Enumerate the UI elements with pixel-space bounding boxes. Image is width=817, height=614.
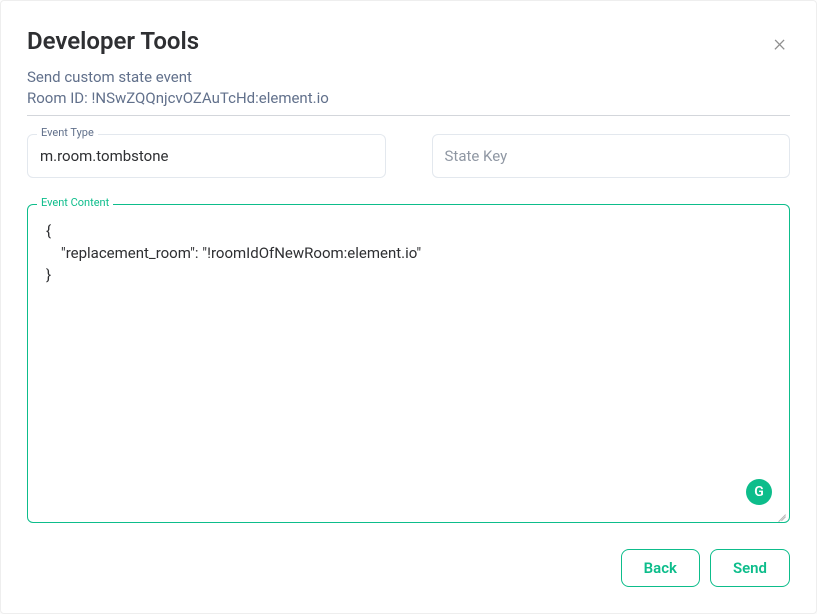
room-id-label: Room ID:: [27, 89, 92, 107]
subtitle-room: Room ID: !NSwZQQnjcvOZAuTcHd:element.io: [27, 88, 790, 109]
back-button[interactable]: Back: [621, 549, 700, 587]
room-id-value: !NSwZQQnjcvOZAuTcHd:element.io: [92, 89, 329, 107]
state-key-field: [432, 134, 791, 178]
divider: [27, 115, 790, 116]
dialog-footer: Back Send: [27, 549, 790, 587]
event-content-textarea[interactable]: [27, 204, 790, 523]
fields-row: Event Type: [27, 134, 790, 178]
close-icon[interactable]: ×: [769, 27, 790, 59]
dialog-title: Developer Tools: [27, 27, 199, 55]
event-content-label: Event Content: [37, 196, 113, 209]
dialog-header: Developer Tools ×: [27, 27, 790, 59]
send-button[interactable]: Send: [710, 549, 790, 587]
devtools-dialog: Developer Tools × Send custom state even…: [1, 1, 816, 613]
event-type-label: Event Type: [37, 126, 98, 139]
dialog-subtitle: Send custom state event Room ID: !NSwZQQ…: [27, 67, 790, 109]
grammarly-icon[interactable]: G: [746, 479, 772, 505]
event-content-field: Event Content G: [27, 204, 790, 523]
state-key-input[interactable]: [432, 134, 791, 178]
subtitle-action: Send custom state event: [27, 67, 790, 88]
event-type-input[interactable]: [27, 134, 386, 178]
event-type-field: Event Type: [27, 134, 386, 178]
